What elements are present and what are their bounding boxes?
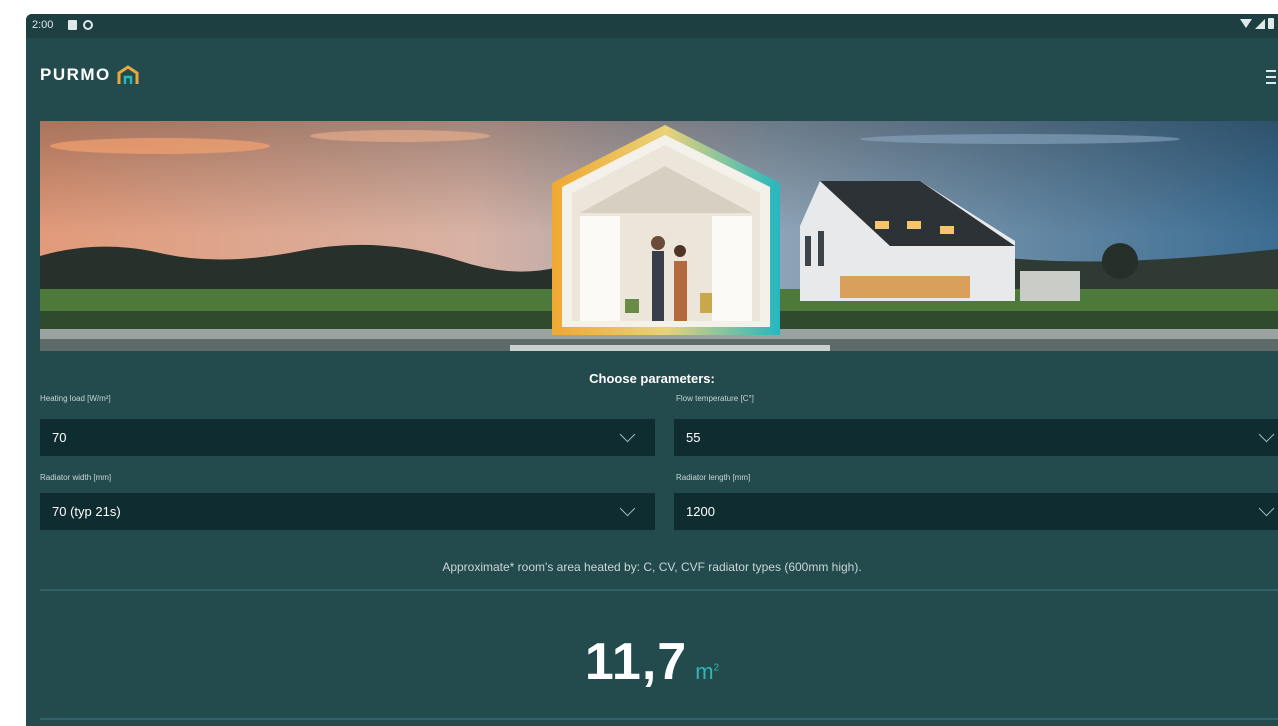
radiator-length-select[interactable]: 1200 (674, 493, 1278, 530)
brand-logo[interactable]: PURMO (40, 65, 139, 85)
chevron-down-icon (619, 500, 636, 517)
sync-icon (83, 20, 93, 30)
app-screen: 2:00 PURMO Choose parameters: Heating lo… (26, 14, 1278, 726)
hero-banner (40, 121, 1278, 351)
flow-temperature-value: 55 (686, 430, 701, 445)
approximation-note: Approximate* room's area heated by: C, C… (442, 560, 862, 574)
radiator-length-value: 1200 (686, 504, 715, 519)
result-value: 11,7 (584, 633, 688, 691)
status-time: 2:00 (32, 19, 54, 31)
flow-temperature-select[interactable]: 55 (674, 419, 1278, 456)
heating-load-select[interactable]: 70 (40, 419, 655, 456)
parameters-title: Choose parameters: (589, 371, 715, 386)
result-unit: m2 (695, 659, 720, 684)
chevron-down-icon (1258, 500, 1275, 517)
heating-load-label: Heating load [W/m²] (40, 394, 111, 403)
status-bar: 2:00 (26, 14, 1278, 38)
heating-load-value: 70 (52, 430, 67, 445)
hero-image (40, 121, 1278, 351)
brand-name: PURMO (40, 65, 111, 84)
menu-icon[interactable] (1266, 70, 1276, 88)
notification-icon (68, 20, 77, 30)
flow-temperature-label: Flow temperature [C°] (676, 394, 754, 403)
chevron-down-icon (619, 426, 636, 443)
radiator-width-select[interactable]: 70 (typ 21s) (40, 493, 655, 530)
radiator-width-label: Radiator width [mm] (40, 473, 112, 482)
divider (40, 718, 1278, 720)
signal-icon (1255, 18, 1265, 29)
house-logo-icon (117, 65, 139, 84)
app-bar: PURMO (26, 38, 1278, 110)
battery-icon (1268, 18, 1274, 29)
radiator-width-value: 70 (typ 21s) (52, 504, 121, 519)
divider (40, 589, 1278, 591)
result-area: 11,7 m2 (26, 632, 1278, 692)
wifi-icon (1240, 19, 1252, 28)
radiator-length-label: Radiator length [mm] (676, 473, 751, 482)
chevron-down-icon (1258, 426, 1275, 443)
